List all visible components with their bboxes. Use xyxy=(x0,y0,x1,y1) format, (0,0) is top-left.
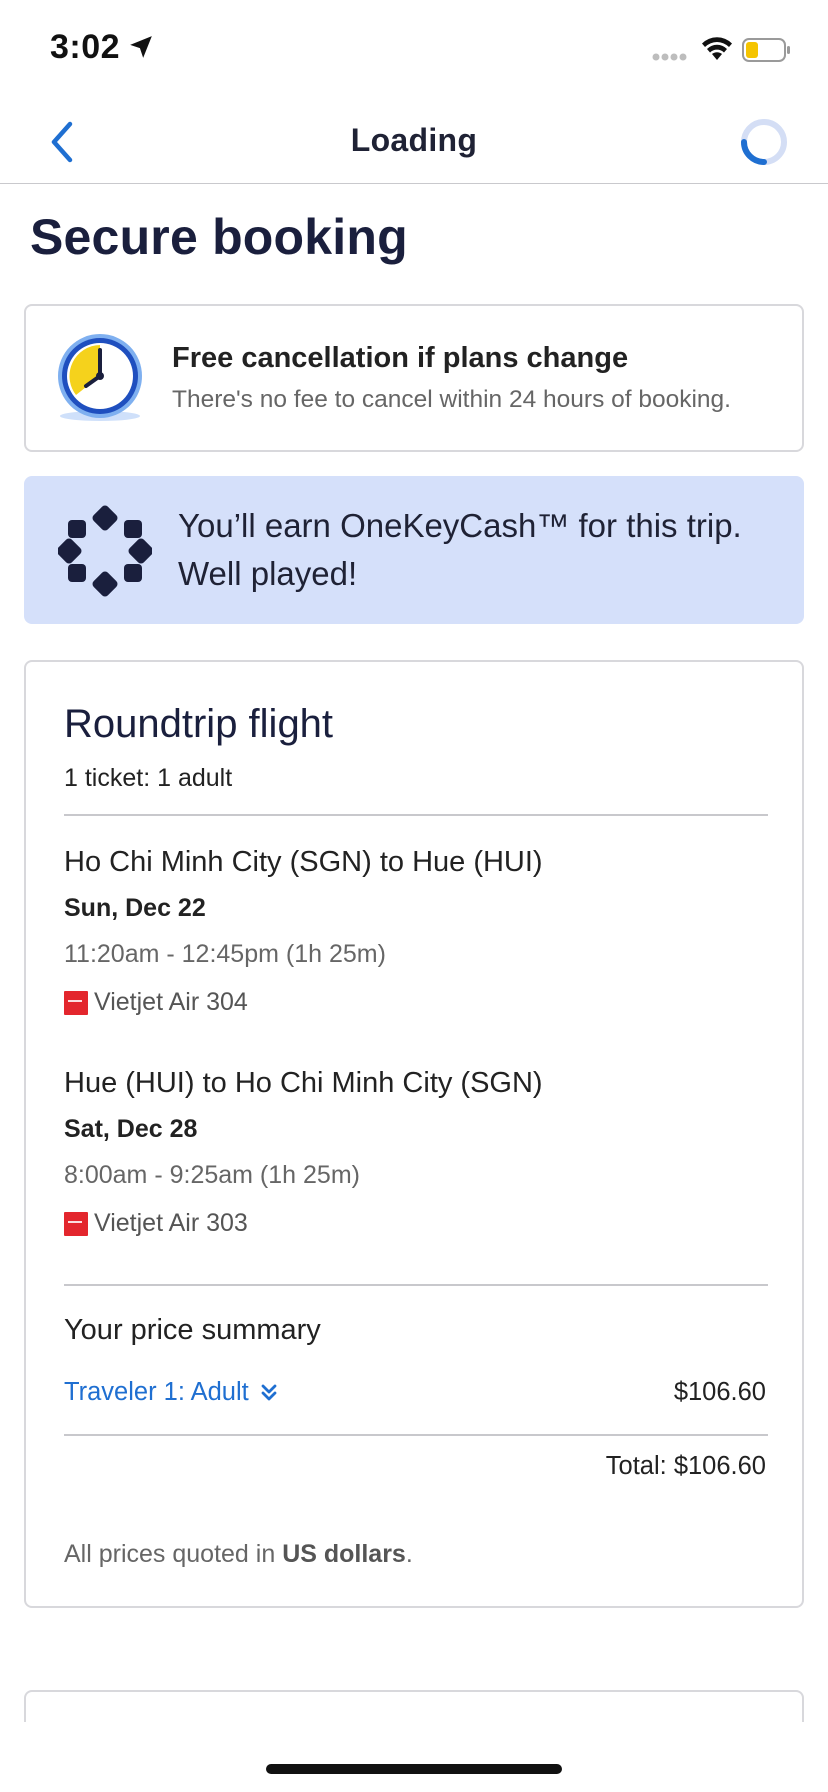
leg-route: Ho Chi Minh City (SGN) to Hue (HUI) xyxy=(64,846,543,878)
free-cancellation-card: Free cancellation if plans change There'… xyxy=(24,304,804,452)
leg-time: 8:00am - 9:25am (1h 25m) xyxy=(64,1161,360,1189)
currency-note-suffix: . xyxy=(405,1540,413,1568)
status-time: 3:02 xyxy=(50,28,121,66)
leg-airline: Vietjet Air 303 xyxy=(64,1209,248,1238)
loading-spinner-icon xyxy=(741,119,787,165)
leg-date: Sun, Dec 22 xyxy=(64,894,206,922)
leg-airline: Vietjet Air 304 xyxy=(64,988,248,1017)
airline-flight-number: Vietjet Air 304 xyxy=(94,988,248,1016)
total-price: Total: $106.60 xyxy=(605,1452,766,1480)
navigation-bar: Loading xyxy=(0,100,828,184)
currency-note: All prices quoted in US dollars. xyxy=(64,1540,413,1569)
traveler-price-toggle[interactable]: Traveler 1: Adult xyxy=(64,1378,277,1407)
cancellation-title: Free cancellation if plans change xyxy=(172,342,629,374)
nav-title: Loading xyxy=(350,122,478,158)
leg-date: Sat, Dec 28 xyxy=(64,1115,198,1143)
battery-icon xyxy=(742,38,790,62)
status-bar: 3:02 xyxy=(0,0,828,100)
vietjet-logo-icon xyxy=(64,990,88,1015)
airline-flight-number: Vietjet Air 303 xyxy=(94,1209,248,1237)
cancellation-subtitle: There's no fee to cancel within 24 hours… xyxy=(172,386,731,413)
cellular-signal-icon xyxy=(652,53,687,61)
ticket-count: 1 ticket: 1 adult xyxy=(64,764,233,792)
currency-name: US dollars xyxy=(282,1540,406,1568)
bottom-safe-area xyxy=(0,1722,828,1792)
home-indicator[interactable] xyxy=(266,1764,562,1774)
onekeycash-icon xyxy=(58,505,152,597)
currency-note-prefix: All prices quoted in xyxy=(64,1540,283,1568)
clock-icon xyxy=(58,334,142,421)
onekeycash-text: You’ll earn OneKeyCash™ for this trip. W… xyxy=(178,507,742,592)
onekeycash-banner: You’ll earn OneKeyCash™ for this trip. W… xyxy=(24,476,804,624)
divider xyxy=(64,1434,768,1436)
location-arrow-icon xyxy=(130,36,152,58)
flight-title: Roundtrip flight xyxy=(64,702,334,746)
flight-summary-card: Roundtrip flight 1 ticket: 1 adult Ho Ch… xyxy=(24,660,804,1608)
traveler-price: $106.60 xyxy=(673,1378,766,1406)
vietjet-logo-icon xyxy=(64,1211,88,1236)
leg-route: Hue (HUI) to Ho Chi Minh City (SGN) xyxy=(64,1067,543,1099)
price-summary-heading: Your price summary xyxy=(64,1314,321,1346)
leg-time: 11:20am - 12:45pm (1h 25m) xyxy=(64,940,386,968)
chevron-double-down-icon xyxy=(261,1384,277,1400)
page-title: Secure booking xyxy=(30,209,408,265)
divider xyxy=(64,1284,768,1286)
divider xyxy=(64,814,768,816)
wifi-icon xyxy=(702,37,732,60)
traveler-label: Traveler 1: Adult xyxy=(64,1378,249,1406)
